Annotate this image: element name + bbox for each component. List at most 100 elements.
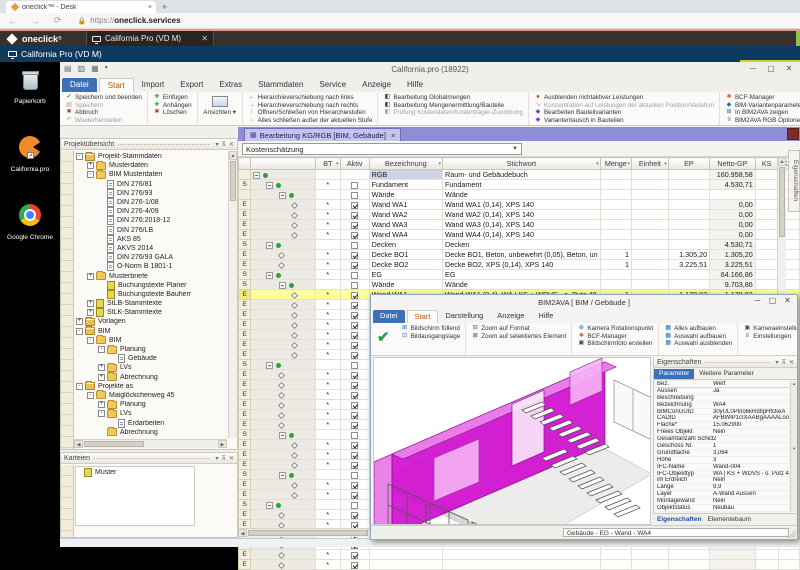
tree-item-din-276-93-gala[interactable]: DIN 276/93 GALA bbox=[76, 253, 227, 262]
aktiv-cell[interactable] bbox=[340, 170, 369, 180]
menge-cell[interactable] bbox=[600, 560, 631, 570]
aktiv-cell[interactable] bbox=[340, 500, 369, 510]
einheit-cell[interactable] bbox=[631, 280, 668, 290]
checkbox-unchecked[interactable] bbox=[351, 472, 358, 479]
hierarchy-cell[interactable] bbox=[251, 550, 316, 560]
stichwort-cell[interactable]: Wand WA3 (0,14), XPS 140 bbox=[443, 220, 601, 230]
aktiv-cell[interactable] bbox=[340, 470, 369, 480]
aktiv-cell[interactable] bbox=[340, 430, 369, 440]
tree-node-icon[interactable] bbox=[266, 182, 273, 189]
checkbox-unchecked[interactable] bbox=[351, 242, 358, 249]
tab-parameter[interactable]: Parameter bbox=[654, 369, 694, 379]
hierarchy-cell[interactable] bbox=[251, 280, 316, 290]
ribbon-button-löschen[interactable]: ✖Löschen bbox=[153, 109, 192, 117]
ribbon-button-bim-variantenparameter[interactable]: ◆BIM-Variantenparameter bbox=[725, 102, 800, 110]
bezeichnung-cell[interactable]: Wand WA1 bbox=[369, 200, 442, 210]
sort-icon[interactable]: ▾ bbox=[596, 161, 599, 167]
column-header-ng[interactable]: Netto-GP bbox=[710, 158, 756, 170]
aktiv-cell[interactable] bbox=[340, 420, 369, 430]
einheit-cell[interactable] bbox=[631, 170, 668, 180]
netto-gp-cell[interactable]: 4.530,71 bbox=[710, 240, 756, 250]
bim-tab-start[interactable]: Start bbox=[407, 310, 439, 323]
aktiv-cell[interactable] bbox=[340, 550, 369, 560]
checkbox-checked[interactable] bbox=[351, 322, 358, 329]
hierarchy-cell[interactable] bbox=[251, 560, 316, 570]
einheit-cell[interactable] bbox=[631, 180, 668, 190]
tree-item-abrechnung[interactable]: Abrechnung bbox=[76, 428, 227, 437]
aktiv-cell[interactable] bbox=[340, 230, 369, 240]
bezeichnung-cell[interactable] bbox=[369, 550, 442, 560]
collapse-icon[interactable]: - bbox=[87, 392, 94, 399]
hierarchy-cell[interactable] bbox=[251, 170, 316, 180]
einheit-cell[interactable] bbox=[631, 550, 668, 560]
einheit-cell[interactable] bbox=[631, 190, 668, 200]
tree-item-lvs[interactable]: -LVs bbox=[76, 409, 227, 418]
sort-icon[interactable]: ▾ bbox=[336, 161, 339, 167]
tree-item-musterbriefe[interactable]: +Musterbriefe bbox=[76, 271, 227, 280]
column-header-letter[interactable] bbox=[239, 158, 251, 170]
aktiv-cell[interactable] bbox=[340, 330, 369, 340]
ep-cell[interactable] bbox=[668, 560, 709, 570]
aktiv-cell[interactable] bbox=[340, 510, 369, 520]
tree-item-gebäude[interactable]: Gebäude bbox=[76, 354, 227, 363]
pin-icon[interactable]: ⊼ bbox=[782, 359, 786, 366]
checkbox-checked[interactable] bbox=[351, 422, 358, 429]
menge-cell[interactable] bbox=[600, 170, 631, 180]
minimize-button[interactable]: ─ bbox=[744, 62, 762, 75]
hierarchy-cell[interactable] bbox=[251, 300, 316, 310]
tree-node-icon[interactable] bbox=[266, 362, 273, 369]
tree-item-din-276-93[interactable]: DIN 276/93 bbox=[76, 189, 227, 198]
ribbon-button-ausblenden-nichtaktiver-leistu[interactable]: ●Ausblenden nichtaktiver Leistungen bbox=[534, 94, 714, 102]
checkbox-checked[interactable] bbox=[351, 352, 358, 359]
reload-icon[interactable]: ⟳ bbox=[54, 15, 62, 26]
menge-cell[interactable] bbox=[600, 210, 631, 220]
url-field[interactable]: https://oneclick.services bbox=[90, 16, 180, 25]
new-tab-button[interactable]: + bbox=[162, 2, 167, 12]
ribbon-button-hierarchieverschiebung-nach-re[interactable]: →Hierarchieverschiebung nach rechts bbox=[248, 102, 373, 110]
ks-cell[interactable] bbox=[755, 550, 778, 560]
tree-node-icon[interactable] bbox=[266, 272, 273, 279]
tree-item-vorlagen[interactable]: +Vorlagen bbox=[76, 317, 227, 326]
panel-close-icon[interactable]: ✕ bbox=[789, 359, 794, 366]
hierarchy-cell[interactable] bbox=[251, 250, 316, 260]
desktop-icon-google-chrome[interactable]: Google Chrome bbox=[0, 204, 60, 241]
bezeichnung-cell[interactable]: Wand WA4 bbox=[369, 230, 442, 240]
property-row[interactable]: MontagewandNein bbox=[655, 498, 789, 505]
bim-tab-datei[interactable]: Datei bbox=[373, 310, 405, 323]
checkbox-checked[interactable] bbox=[351, 512, 358, 519]
maximize-button[interactable]: ▢ bbox=[762, 62, 780, 75]
property-row[interactable]: BIMConGUID30yUL0PkIo6kRdfipHfckeA bbox=[655, 409, 789, 416]
resize-grip[interactable] bbox=[788, 530, 796, 538]
ks-cell[interactable] bbox=[755, 210, 778, 220]
pin-icon[interactable]: ⊼ bbox=[222, 455, 226, 462]
expand-icon[interactable]: + bbox=[87, 300, 94, 307]
column-header-bez[interactable]: Bezeichnung▾ bbox=[369, 158, 442, 170]
netto-gp-cell[interactable]: 0,00 bbox=[710, 220, 756, 230]
collapse-icon[interactable]: - bbox=[76, 383, 83, 390]
stichwort-cell[interactable]: EG bbox=[443, 270, 601, 280]
checkbox-checked[interactable] bbox=[351, 232, 358, 239]
ks-cell[interactable] bbox=[755, 200, 778, 210]
ribbon-button-bearbeitung-mengenermittlung-b[interactable]: ◧Bearbeitung Mengenermittlung/Bauteile bbox=[383, 102, 523, 110]
ks-cell[interactable] bbox=[755, 260, 778, 270]
bezeichnung-cell[interactable]: Decke BO2 bbox=[369, 260, 442, 270]
aktiv-cell[interactable] bbox=[340, 370, 369, 380]
table-row[interactable]: SDeckenDecken4.530,71 bbox=[239, 240, 800, 250]
hierarchy-cell[interactable] bbox=[251, 340, 316, 350]
table-row[interactable]: E*Wand WA4Wand WA4 (0,14), XPS 1400,00 bbox=[239, 230, 800, 240]
expand-icon[interactable]: + bbox=[98, 401, 105, 408]
netto-gp-cell[interactable]: 9.703,86 bbox=[710, 280, 756, 290]
stichwort-cell[interactable]: Wände bbox=[443, 280, 601, 290]
expand-icon[interactable]: + bbox=[87, 162, 94, 169]
ribbon-button-kameraeinstellung-speichern[interactable]: ▣Kameraeinstellung speichern bbox=[743, 325, 797, 333]
ribbon-button-bildausgangslage[interactable]: ⊡Bildausgangslage bbox=[401, 333, 461, 341]
checkbox-checked[interactable] bbox=[351, 222, 358, 229]
desktop-icon-papierkorb[interactable]: Papierkorb bbox=[0, 70, 60, 105]
ks-cell[interactable] bbox=[755, 180, 778, 190]
stichwort-cell[interactable]: Wand WA1 (0,14), XPS 140 bbox=[443, 200, 601, 210]
table-row[interactable]: E*Decke BO1Decke BO1, Beton, unbewehrt (… bbox=[239, 250, 800, 260]
tab-weitere-parameter[interactable]: Weitere Parameter bbox=[694, 369, 758, 379]
aktiv-cell[interactable] bbox=[340, 380, 369, 390]
ks-cell[interactable] bbox=[755, 250, 778, 260]
collapse-icon[interactable]: - bbox=[87, 337, 94, 344]
